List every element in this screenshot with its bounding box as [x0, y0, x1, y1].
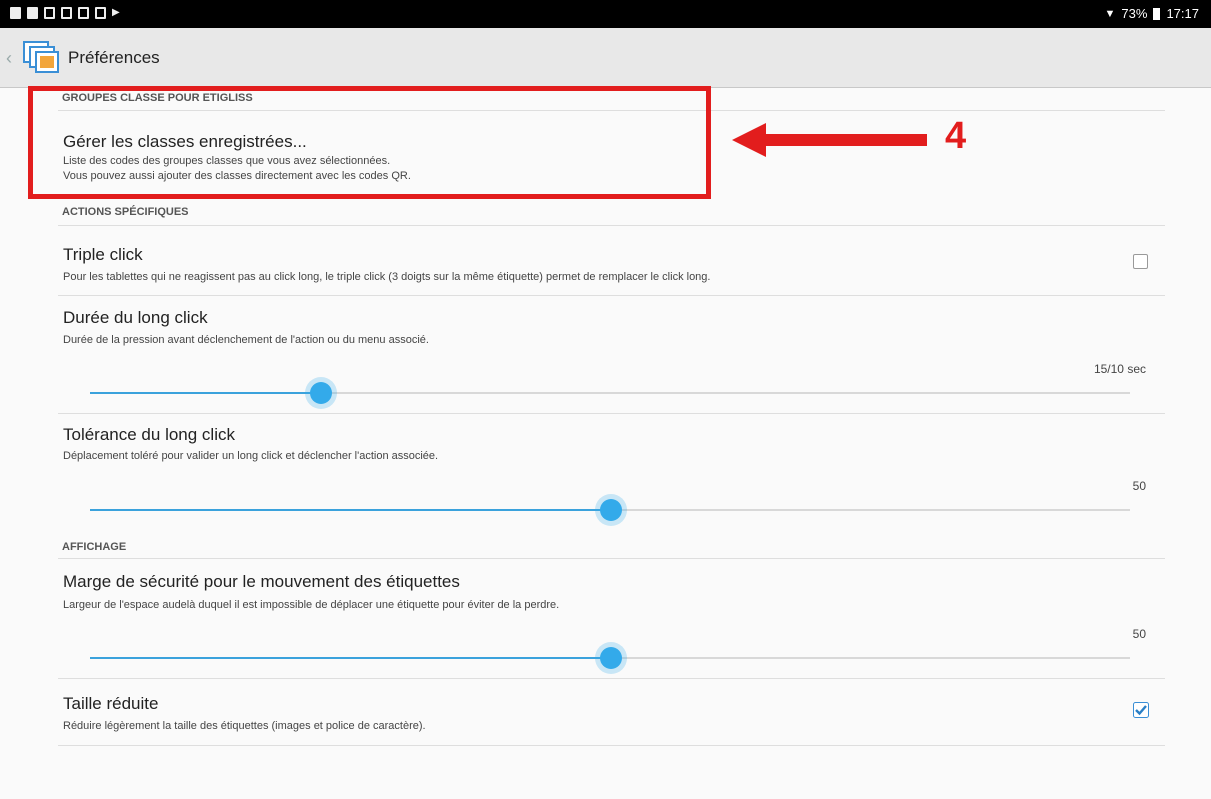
- reduced-size-summary: Réduire légèrement la taille des étiquet…: [63, 720, 426, 732]
- section-header-affichage: AFFICHAGE: [62, 541, 127, 553]
- clock: 17:17: [1166, 6, 1199, 21]
- chevron-left-icon[interactable]: ‹: [6, 48, 12, 69]
- annotation-arrow-icon: [732, 123, 927, 157]
- wifi-icon: ▼: [1104, 7, 1116, 20]
- long-click-duration-value: 15/10 sec: [1093, 362, 1146, 376]
- long-click-duration-summary: Durée de la pression avant déclenchement…: [63, 334, 429, 346]
- divider: [58, 295, 1165, 296]
- safety-margin-thumb[interactable]: [600, 647, 622, 669]
- triple-click-summary: Pour les tablettes qui ne reagissent pas…: [63, 271, 711, 283]
- section-header-actions: ACTIONS SPÉCIFIQUES: [62, 206, 189, 218]
- annotation-highlight-box: [28, 86, 711, 199]
- long-click-tolerance-title: Tolérance du long click: [63, 425, 235, 444]
- safety-margin-value: 50: [1132, 627, 1146, 641]
- divider: [58, 225, 1165, 226]
- triple-click-checkbox[interactable]: [1133, 254, 1148, 269]
- notification-icon: [10, 7, 21, 19]
- reduced-size-title: Taille réduite: [63, 694, 159, 713]
- divider: [58, 745, 1165, 746]
- long-click-tolerance-value: 50: [1132, 479, 1146, 493]
- long-click-tolerance-thumb[interactable]: [600, 499, 622, 521]
- app-bar: ‹ Préférences: [0, 28, 1211, 88]
- long-click-tolerance-summary: Déplacement toléré pour valider un long …: [63, 450, 439, 462]
- page-title: Préférences: [68, 48, 160, 67]
- wrench-icon: [44, 7, 55, 19]
- divider: [58, 558, 1165, 559]
- battery-percent: 73%: [1121, 6, 1148, 21]
- status-right: ▼ 73% 17:17: [1105, 6, 1199, 21]
- divider: [58, 678, 1165, 679]
- status-bar: ▶ ▼ 73% 17:17: [0, 0, 1211, 28]
- battery-icon: [1153, 7, 1161, 20]
- triple-click-title: Triple click: [63, 245, 143, 264]
- clipboard-icon: [95, 7, 106, 19]
- long-click-tolerance-fill: [90, 509, 612, 511]
- safety-margin-summary: Largeur de l'espace audelà duquel il est…: [63, 599, 560, 611]
- safety-margin-fill: [90, 657, 612, 659]
- long-click-duration-title: Durée du long click: [63, 308, 208, 327]
- long-click-duration-thumb[interactable]: [310, 382, 332, 404]
- checkmark-icon: [1133, 702, 1149, 718]
- divider: [58, 413, 1165, 414]
- reduced-size-checkbox[interactable]: [1133, 702, 1149, 718]
- safety-margin-title: Marge de sécurité pour le mouvement des …: [63, 572, 460, 591]
- stacked-windows-icon[interactable]: [22, 40, 62, 76]
- image-icon: [61, 7, 72, 19]
- long-click-duration-fill: [90, 392, 322, 394]
- notification-icons: ▶: [10, 7, 120, 19]
- play-icon: ▶: [112, 7, 120, 18]
- gallery-icon: [78, 7, 89, 19]
- annotation-number: 4: [945, 115, 967, 157]
- notification-icon: [27, 7, 38, 19]
